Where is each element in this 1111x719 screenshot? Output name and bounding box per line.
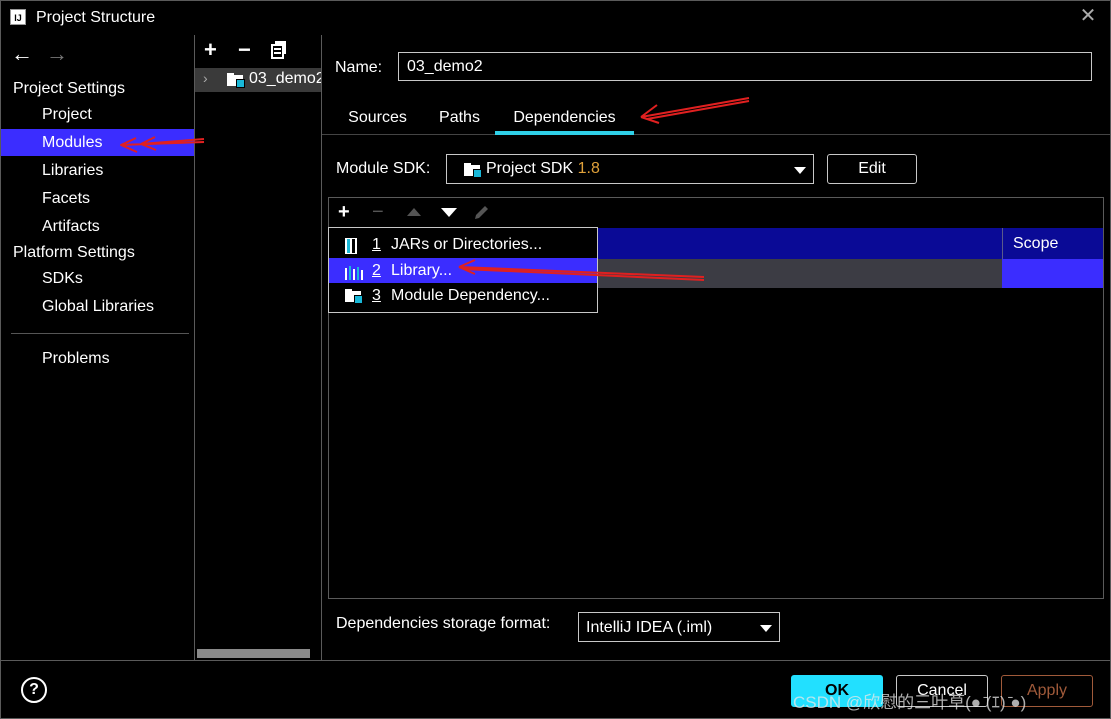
annotation-arrow-modules xyxy=(120,136,205,153)
annotation-arrows xyxy=(120,97,750,281)
project-structure-dialog: IJ Project Structure ✕ ← → Project Setti… xyxy=(0,0,1111,719)
annotation-arrow-dependencies xyxy=(640,97,750,124)
annotation-arrow-library xyxy=(458,259,705,281)
